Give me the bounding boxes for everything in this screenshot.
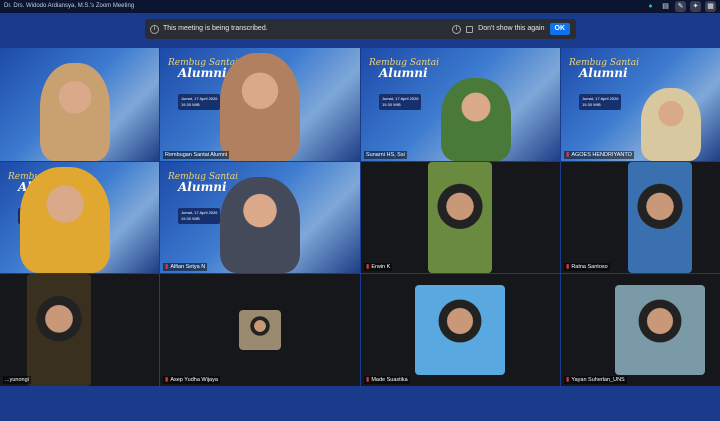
participant-name: ▮ Alfian Setya N [163,263,208,271]
mic-muted-icon: ▮ [566,152,570,158]
transcription-notice: i This meeting is being transcribed. i Don… [145,19,576,39]
participant-name: ▮ Ratna Santoso [564,263,610,271]
shield-icon[interactable]: ● [645,1,656,12]
background-date: Jumat, 17 April 202619.30 WIB [379,94,422,110]
transcript-icon[interactable]: ▤ [660,1,671,12]
participant-name: ▮ Made Suastika [364,376,410,384]
background-title: Rembug SantaiAlumni [168,172,239,194]
participant-video [415,285,505,375]
participant-video [441,78,511,161]
participant-name: ▮ Yayan Suherlan_UNS [564,376,627,384]
participant-name: ▮ AGOES HENDRIYANTO [564,151,634,159]
mic-muted-icon: ▮ [165,377,169,383]
participant-video [40,63,110,161]
participant-video [220,53,300,161]
participant-tile[interactable]: Rembug SantaiAlumni Jumat, 17 April 20261… [561,48,720,161]
participant-name: Rembugan Santai Alumni [163,151,230,159]
background-date: Jumat, 17 April 202619.30 WIB [178,208,221,224]
participant-video [628,162,692,273]
reaction-icon[interactable]: ✦ [690,1,701,12]
participant-tile[interactable]: ▮ Erwin K [361,162,560,273]
participant-video [239,310,281,350]
participant-name: Sunarni HS, Ssi [364,151,407,159]
participant-name: ▮ Erwin K [364,263,393,271]
background-title: Rembug SantaiAlumni [369,58,440,80]
ok-button[interactable]: OK [549,23,570,35]
mic-muted-icon: ▮ [366,377,370,383]
participant-video [641,88,701,161]
participant-tile[interactable] [0,48,159,161]
participant-tile[interactable]: ▮ Made Suastika [361,274,560,386]
mic-muted-icon: ▮ [366,264,370,270]
participant-tile[interactable]: Rembug SantaiAlumniJumat, 17 April 20261… [160,48,360,161]
info-icon: i [150,24,159,34]
participant-video [428,162,492,273]
participant-video [27,274,91,386]
background-date: Jumat, 17 April 202619.30 WIB [579,94,622,110]
participant-tile[interactable]: ...yunongi [0,274,159,386]
title-bar: Dr. Drs. Widodo Ardiansya, M.S.'s Zoom M… [0,0,720,13]
participant-tile[interactable]: ▮ Yayan Suherlan_UNS [561,274,720,386]
participant-name: ▮ Asep Yudha Wijaya [163,376,220,384]
grid-view-icon[interactable]: ▦ [705,1,716,12]
mic-muted-icon: ▮ [566,377,570,383]
participant-tile[interactable]: Rembug SantaiAlumniJumat, 17 April 20261… [0,162,159,273]
info-icon[interactable]: i [452,24,462,34]
mic-muted-icon: ▮ [165,264,169,270]
participant-tile[interactable]: ▮ Asep Yudha Wijaya [160,274,360,386]
pen-icon[interactable]: ✎ [675,1,686,12]
participant-tile[interactable]: ▮ Ratna Santoso [561,162,720,273]
window-title: Dr. Drs. Widodo Ardiansya, M.S.'s Zoom M… [4,3,135,9]
participant-video [615,285,705,375]
participant-tile[interactable]: Rembug SantaiAlumni Jumat, 17 April 20261… [160,162,360,273]
mic-muted-icon: ▮ [566,264,570,270]
background-title: Rembug SantaiAlumni [569,58,640,80]
dont-show-label[interactable]: Don't show this again [478,19,544,39]
participant-video [220,177,300,273]
notice-text: This meeting is being transcribed. [163,25,268,32]
participant-name: ...yunongi [3,376,31,384]
dont-show-checkbox[interactable] [466,25,474,33]
participant-tile[interactable]: Rembug SantaiAlumni Jumat, 17 April 20261… [361,48,560,161]
background-date: Jumat, 17 April 202619.30 WIB [178,94,221,110]
participant-video [20,167,110,273]
